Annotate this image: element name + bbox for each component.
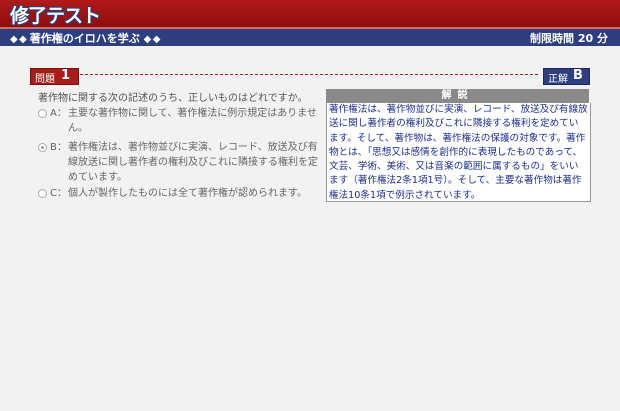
course-bar: ◆ ◆ 著作権のイロハを学ぶ ◆ ◆ 制限時間 20 分 xyxy=(0,29,620,46)
choice-letter: A： xyxy=(50,108,67,119)
course-title-group: ◆ ◆ 著作権のイロハを学ぶ ◆ ◆ xyxy=(10,30,161,46)
choice-b[interactable]: B： 著作権法は、著作物並びに実演、レコード、放送及び有線放送に関し著作者の権利… xyxy=(38,140,318,185)
choice-letter: C： xyxy=(50,188,67,199)
radio-button-b[interactable] xyxy=(38,143,47,152)
choice-letter: B： xyxy=(50,142,67,153)
diamond-icon-right: ◆ ◆ xyxy=(143,34,161,45)
explanation-heading: 解説 xyxy=(326,89,589,103)
choice-text: 個人が製作したものには全て著作権が認められます。 xyxy=(68,188,307,199)
question-number: 1 xyxy=(61,68,71,83)
diamond-icon: ◆ ◆ xyxy=(10,34,27,45)
dashed-divider xyxy=(80,74,538,75)
course-title: 著作権のイロハを学ぶ xyxy=(29,32,140,45)
header-bar: 修了テスト xyxy=(0,0,620,29)
choice-text: 主要な著作物に関して、著作権法に例示規定はありません。 xyxy=(68,108,317,134)
radio-button-c[interactable] xyxy=(38,189,47,198)
page-title: 修了テスト xyxy=(10,5,101,27)
explanation-text: 著作権法は、著作物並びに実演、レコード、放送及び有線放送に関し著作者の権利及びこ… xyxy=(326,103,591,202)
question-number-badge: 問題 1 xyxy=(30,68,79,85)
time-limit: 制限時間 20 分 xyxy=(530,32,608,45)
choice-a[interactable]: A： 主要な著作物に関して、著作権法に例示規定はありません。 xyxy=(38,106,318,136)
choice-text: 著作権法は、著作物並びに実演、レコード、放送及び有線放送に関し著作者の権利及びこ… xyxy=(68,142,318,183)
answer-label: 正解 xyxy=(548,74,568,85)
choice-c[interactable]: C： 個人が製作したものには全て著作権が認められます。 xyxy=(38,186,318,216)
question-label: 問題 xyxy=(35,74,55,85)
question-text: 著作物に関する次の記述のうち、正しいものはどれですか。 xyxy=(38,93,308,104)
answer-value: B xyxy=(573,68,583,83)
radio-button-a[interactable] xyxy=(38,109,47,118)
answer-badge: 正解 B xyxy=(543,68,590,85)
